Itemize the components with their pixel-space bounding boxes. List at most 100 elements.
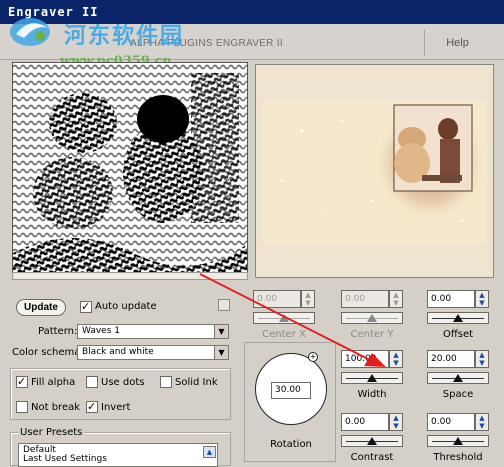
slider-thumb[interactable] — [367, 374, 377, 382]
arrow-down-icon: ▼ — [393, 299, 399, 307]
chevron-down-icon: ▼ — [214, 325, 228, 338]
pattern-select[interactable]: Waves 1 ▼ — [77, 324, 229, 339]
space-input[interactable]: 20.00 — [427, 350, 475, 368]
color-schema-label: Color schema: — [12, 347, 84, 358]
engraved-image-panel — [12, 62, 248, 278]
arrow-down-icon: ▼ — [479, 359, 485, 367]
pattern-value: Waves 1 — [82, 326, 120, 336]
offset-input[interactable]: 0.00 — [427, 290, 475, 308]
contrast-label: Contrast — [350, 452, 394, 463]
presets-scroll-up[interactable]: ▲ — [203, 446, 216, 458]
center-x-spinner[interactable]: 0.00 ▲ ▼ — [253, 290, 317, 330]
preview-photo — [280, 104, 486, 223]
check-mark-icon: ✓ — [81, 300, 91, 313]
center-x-input[interactable]: 0.00 — [253, 290, 301, 308]
contrast-slider[interactable] — [341, 435, 403, 447]
space-stepper[interactable]: ▲ ▼ — [475, 350, 489, 368]
offset-slider[interactable] — [427, 312, 489, 324]
not-break-checkbox[interactable] — [16, 401, 28, 413]
space-slider[interactable] — [427, 372, 489, 384]
offset-spinner[interactable]: 0.00 ▲ ▼ — [427, 290, 491, 330]
arrow-down-icon: ▼ — [305, 299, 311, 307]
offset-label: Offset — [442, 329, 474, 340]
slider-thumb[interactable] — [453, 374, 463, 382]
slider-thumb[interactable] — [453, 437, 463, 445]
rotation-group: + 30.00 Rotation — [244, 342, 336, 462]
arrow-up-icon: ▲ — [393, 291, 399, 299]
center-y-input[interactable]: 0.00 — [341, 290, 389, 308]
arrow-up-icon: ▲ — [479, 414, 485, 422]
window-title: Engraver II — [8, 5, 99, 19]
rotation-input[interactable]: 30.00 — [271, 382, 311, 399]
arrow-up-icon: ▲ — [393, 351, 399, 359]
auto-update-checkbox[interactable]: ✓ — [80, 300, 92, 313]
center-y-slider[interactable] — [341, 312, 403, 324]
preview-panel — [255, 64, 494, 278]
image-scrollbar[interactable] — [12, 272, 248, 280]
threshold-spinner[interactable]: 0.00 ▲ ▼ — [427, 413, 491, 453]
rotation-label: Rotation — [270, 439, 312, 450]
check-mark-icon: ✓ — [87, 400, 97, 413]
color-schema-value: Black and white — [82, 347, 154, 357]
width-stepper[interactable]: ▲ ▼ — [389, 350, 403, 368]
dial-handle-icon[interactable]: + — [308, 352, 318, 362]
plugin-brand: ALPHA PLUGINS ENGRAVER II — [130, 38, 283, 49]
preview-canvas — [262, 101, 487, 243]
space-label: Space — [442, 389, 474, 400]
pattern-label: Pattern: — [38, 326, 78, 337]
arrow-up-icon: ▲ — [305, 291, 311, 299]
center-y-stepper[interactable]: ▲ ▼ — [389, 290, 403, 308]
center-x-slider[interactable] — [253, 312, 315, 324]
width-label: Width — [357, 389, 387, 400]
slider-thumb[interactable] — [279, 314, 289, 322]
color-schema-select[interactable]: Black and white ▼ — [77, 345, 229, 360]
contrast-input[interactable]: 0.00 — [341, 413, 389, 431]
use-dots-checkbox[interactable] — [86, 376, 98, 388]
center-y-spinner[interactable]: 0.00 ▲ ▼ — [341, 290, 405, 330]
threshold-input[interactable]: 0.00 — [427, 413, 475, 431]
width-input[interactable]: 100.00 — [341, 350, 389, 368]
fill-alpha-label: Fill alpha — [31, 377, 76, 388]
arrow-up-icon: ▲ — [393, 414, 399, 422]
offset-stepper[interactable]: ▲ ▼ — [475, 290, 489, 308]
center-x-label: Center X — [262, 329, 306, 340]
contrast-stepper[interactable]: ▲ ▼ — [389, 413, 403, 431]
auto-update-label: Auto update — [95, 301, 157, 312]
solid-ink-checkbox[interactable] — [160, 376, 172, 388]
slider-thumb[interactable] — [367, 437, 377, 445]
slider-thumb[interactable] — [367, 314, 377, 322]
preset-item[interactable]: Last Used Settings — [23, 454, 217, 464]
title-bar: Engraver II — [0, 0, 504, 24]
solid-ink-label: Solid Ink — [175, 377, 218, 388]
slider-thumb[interactable] — [453, 314, 463, 322]
threshold-stepper[interactable]: ▲ ▼ — [475, 413, 489, 431]
contrast-spinner[interactable]: 0.00 ▲ ▼ — [341, 413, 405, 453]
chevron-down-icon: ▼ — [214, 346, 228, 359]
check-mark-icon: ✓ — [17, 375, 27, 388]
rotation-dial[interactable]: + 30.00 — [255, 352, 327, 425]
engraved-photo — [13, 63, 247, 277]
invert-checkbox[interactable]: ✓ — [86, 400, 98, 413]
arrow-down-icon: ▼ — [393, 359, 399, 367]
invert-label: Invert — [101, 402, 131, 413]
center-y-label: Center Y — [350, 329, 394, 340]
threshold-slider[interactable] — [427, 435, 489, 447]
color-picker-button[interactable] — [218, 299, 230, 311]
not-break-label: Not break — [31, 402, 81, 413]
space-spinner[interactable]: 20.00 ▲ ▼ — [427, 350, 491, 390]
center-x-stepper[interactable]: ▲ ▼ — [301, 290, 315, 308]
arrow-up-icon: ▲ — [479, 351, 485, 359]
presets-list[interactable]: Default Last Used Settings — [18, 443, 218, 467]
fill-alpha-checkbox[interactable]: ✓ — [16, 375, 28, 388]
use-dots-label: Use dots — [101, 377, 145, 388]
arrow-down-icon: ▼ — [393, 422, 399, 430]
width-spinner[interactable]: 100.00 ▲ ▼ — [341, 350, 405, 390]
threshold-label: Threshold — [433, 452, 483, 463]
arrow-up-icon: ▲ — [479, 291, 485, 299]
width-slider[interactable] — [341, 372, 403, 384]
arrow-down-icon: ▼ — [479, 299, 485, 307]
user-presets-title: User Presets — [18, 427, 85, 438]
plugin-header: ALPHA PLUGINS ENGRAVER II Help — [0, 24, 504, 60]
update-button[interactable]: Update — [16, 299, 66, 316]
help-button[interactable]: Help — [424, 30, 490, 56]
